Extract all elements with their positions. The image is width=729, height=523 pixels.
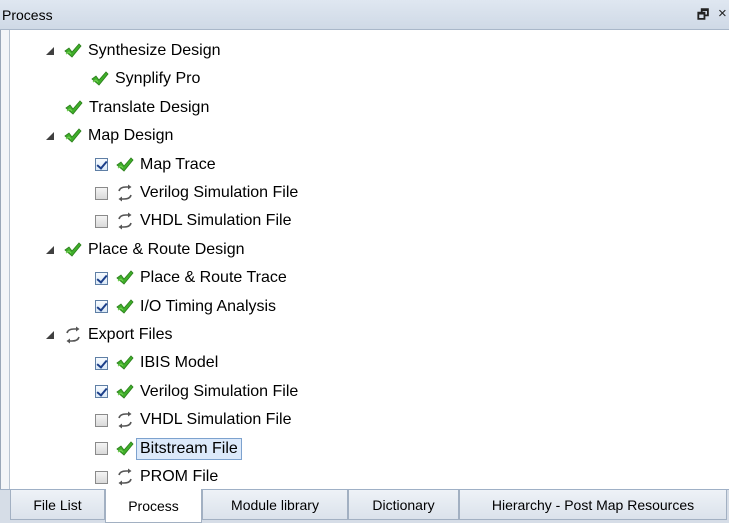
tree-item-label: Translate Design — [89, 98, 210, 116]
float-window-icon[interactable]: 🗗 — [697, 6, 709, 28]
refresh-arrows-icon — [116, 212, 134, 230]
tab-process[interactable]: Process — [105, 489, 202, 523]
tree-item-label: VHDL Simulation File — [140, 212, 292, 230]
tree-item[interactable]: IBIS Model — [95, 349, 218, 377]
green-check-icon — [64, 127, 82, 145]
green-check-icon — [64, 42, 82, 60]
tree-item-label: Verilog Simulation File — [140, 184, 299, 201]
green-check-icon — [116, 440, 134, 458]
tree-item[interactable]: Bitstream File — [95, 435, 242, 463]
refresh-arrows-icon — [116, 411, 134, 429]
tree-item[interactable]: Verilog Simulation File — [95, 378, 298, 406]
green-check-icon — [116, 269, 134, 287]
tree-item-checkbox[interactable] — [95, 442, 108, 456]
tree-item-label: Map Design — [88, 127, 174, 145]
tree-item-label: Bitstream File — [136, 437, 242, 460]
bottom-tab-bar: File List Process Module library Dictionary… — [0, 489, 729, 523]
green-check-icon — [116, 156, 134, 174]
tab-module-library[interactable]: Module library — [202, 490, 348, 520]
tree-item[interactable]: VHDL Simulation File — [95, 207, 291, 235]
expanded-triangle-icon[interactable] — [43, 44, 57, 58]
tree-item-checkbox[interactable] — [95, 271, 108, 285]
process-tree[interactable]: Synthesize Design Synplify Pro Translate D… — [11, 30, 729, 489]
tab-file-list[interactable]: File List — [10, 490, 105, 520]
tree-item-label: Export Files — [88, 326, 173, 343]
tree-item-checkbox[interactable] — [95, 214, 108, 228]
tree-item[interactable]: Place & Route Design — [43, 236, 245, 264]
tree-item[interactable]: Place & Route Trace — [95, 264, 287, 292]
tree-item-checkbox[interactable] — [95, 158, 108, 172]
refresh-arrows-icon — [116, 468, 134, 486]
process-panel: Process 🗗 × Synthesize Design Synplify Pr… — [0, 0, 729, 523]
refresh-arrows-icon — [64, 326, 82, 344]
tree-item-label: Synplify Pro — [115, 70, 201, 88]
tree-item-label: Verilog Simulation File — [140, 382, 299, 400]
expanded-triangle-icon[interactable] — [43, 328, 57, 342]
tree-item-label: PROM File — [140, 468, 219, 485]
tree-item[interactable]: Map Design — [43, 122, 173, 150]
panel-title: Process — [2, 7, 53, 23]
tree-item-checkbox[interactable] — [95, 186, 108, 200]
expanded-triangle-icon[interactable] — [43, 243, 57, 257]
tree-item[interactable]: Export Files — [43, 321, 172, 349]
tree-item-checkbox[interactable] — [95, 356, 108, 370]
tree-item[interactable]: Map Trace — [95, 151, 216, 179]
tree-item-checkbox[interactable] — [95, 413, 108, 427]
tree-item[interactable]: Synplify Pro — [91, 65, 200, 93]
tab-dictionary[interactable]: Dictionary — [348, 490, 459, 520]
refresh-arrows-icon — [116, 184, 134, 202]
green-check-icon — [116, 354, 134, 372]
tree-item-checkbox[interactable] — [95, 385, 108, 399]
tree-item[interactable]: PROM File — [95, 463, 218, 489]
tab-hierarchy-post-map-resources[interactable]: Hierarchy - Post Map Resources — [459, 490, 727, 520]
green-check-icon — [91, 70, 109, 88]
tree-item-label: IBIS Model — [140, 354, 219, 372]
panel-titlebar: Process 🗗 × — [0, 0, 729, 30]
tree-item-label: Place & Route Trace — [140, 269, 287, 287]
green-check-icon — [116, 298, 134, 316]
expanded-triangle-icon[interactable] — [43, 129, 57, 143]
tree-item[interactable]: I/O Timing Analysis — [95, 293, 276, 321]
green-check-icon — [116, 383, 134, 401]
tree-item[interactable]: Synthesize Design — [43, 37, 221, 65]
close-icon[interactable]: × — [718, 5, 727, 22]
tree-item-label: Place & Route Design — [88, 240, 245, 258]
green-check-icon — [65, 99, 83, 117]
tree-item-checkbox[interactable] — [95, 300, 108, 314]
tree-item-label: I/O Timing Analysis — [140, 297, 277, 315]
tree-item-label: VHDL Simulation File — [140, 411, 292, 429]
tree-item-label: Synthesize Design — [88, 42, 221, 59]
panel-left-border — [0, 30, 10, 489]
tree-item[interactable]: Translate Design — [65, 94, 209, 122]
tree-item[interactable]: VHDL Simulation File — [95, 406, 291, 434]
tree-item-checkbox[interactable] — [95, 470, 108, 484]
tree-item[interactable]: Verilog Simulation File — [95, 179, 298, 207]
green-check-icon — [64, 241, 82, 259]
tree-item-label: Map Trace — [140, 155, 216, 173]
